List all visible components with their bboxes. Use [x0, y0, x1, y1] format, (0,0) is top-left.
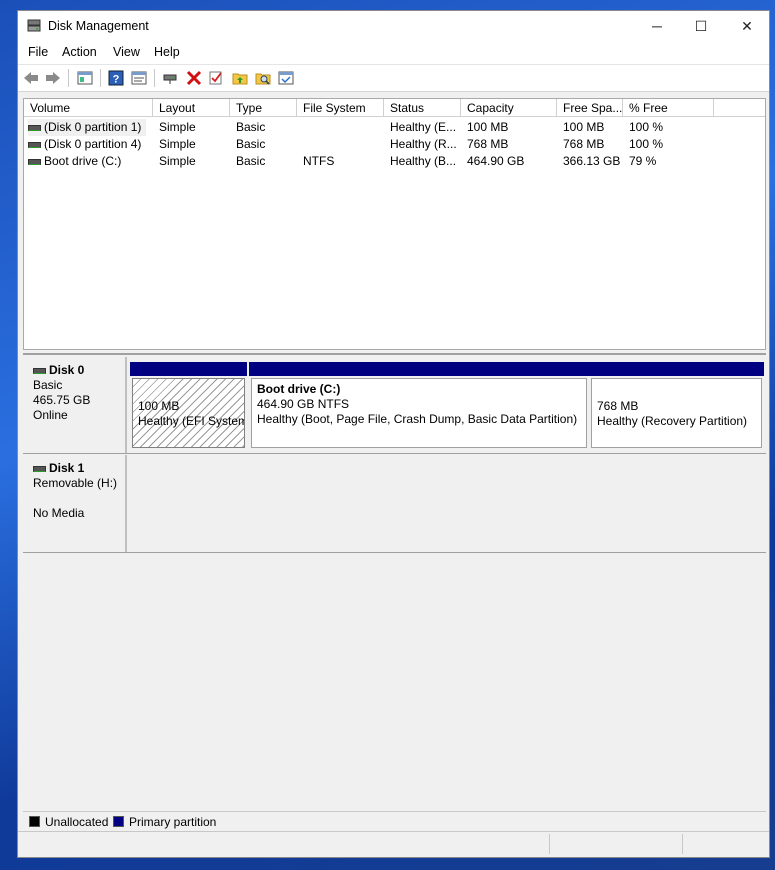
partition-status: Healthy (Recovery Partition) [597, 414, 748, 428]
toolbar: ? [18, 65, 769, 92]
volume-free-space: 100 MB [563, 120, 605, 134]
menu-help[interactable]: Help [154, 45, 180, 59]
connect-drive-icon[interactable] [163, 70, 179, 86]
primary-partition-bar [130, 362, 247, 376]
show-hide-console-tree-icon[interactable] [77, 70, 93, 86]
window-title: Disk Management [48, 19, 149, 33]
partition-status: Healthy (EFI System Partition) [138, 414, 245, 428]
volume-status: Healthy (E... [390, 120, 457, 134]
svg-text:?: ? [113, 74, 120, 86]
volume-percent-free: 100 % [629, 137, 664, 151]
check-icon[interactable] [208, 70, 224, 86]
properties-icon[interactable] [131, 70, 147, 86]
disk-management-icon [27, 19, 41, 32]
column-header-layout[interactable]: Layout [153, 99, 230, 117]
disk-size: 465.75 GB [33, 393, 91, 407]
volume-row[interactable]: (Disk 0 partition 1) Simple Basic Health… [24, 119, 765, 136]
volume-type: Basic [236, 154, 266, 168]
primary-partition-swatch [113, 816, 124, 827]
volume-type: Basic [236, 120, 266, 134]
volume-icon [28, 124, 41, 131]
volume-capacity: 768 MB [467, 137, 509, 151]
column-header-status[interactable]: Status [384, 99, 461, 117]
volume-type: Basic [236, 137, 266, 151]
partition-recovery[interactable]: 768 MB Healthy (Recovery Partition) [589, 362, 764, 450]
menu-view[interactable]: View [113, 45, 140, 59]
disk-name: Disk 0 [49, 363, 85, 377]
status-bar [18, 831, 769, 857]
back-icon[interactable] [23, 70, 39, 86]
disk-state: Online [33, 408, 68, 422]
title-bar[interactable]: Disk Management ─ ☐ ✕ [18, 11, 769, 42]
partition-boot-drive-c[interactable]: Boot drive (C:) 464.90 GB NTFS Healthy (… [249, 362, 589, 450]
volume-free-space: 366.13 GB [563, 154, 621, 168]
partition-efi[interactable]: 100 MB Healthy (EFI System Partition) [130, 362, 247, 450]
volume-row[interactable]: Boot drive (C:) Simple Basic NTFS Health… [24, 153, 765, 170]
help-icon[interactable]: ? [108, 70, 124, 86]
primary-partition-bar [249, 362, 589, 376]
volume-file-system: NTFS [303, 154, 335, 168]
volume-capacity: 100 MB [467, 120, 509, 134]
volume-percent-free: 100 % [629, 120, 664, 134]
disk-icon [33, 465, 46, 472]
partition-size: 100 MB [138, 399, 180, 413]
disk-size [33, 491, 125, 506]
volume-capacity: 464.90 GB [467, 154, 525, 168]
disk-0-row[interactable]: Disk 0 Basic 465.75 GB Online 100 MB Hea… [23, 357, 766, 454]
column-header-type[interactable]: Type [230, 99, 297, 117]
delete-icon[interactable] [186, 70, 202, 86]
volume-layout: Simple [159, 120, 196, 134]
volume-status: Healthy (R... [390, 137, 457, 151]
search-folder-icon[interactable] [255, 70, 271, 86]
column-header-percent-free[interactable]: % Free [623, 99, 714, 117]
menu-file[interactable]: File [28, 45, 48, 59]
disk-1-row[interactable]: Disk 1 Removable (H:) No Media [23, 455, 766, 553]
forward-icon[interactable] [45, 70, 61, 86]
volume-percent-free: 79 % [629, 154, 657, 168]
column-header-volume[interactable]: Volume [24, 99, 153, 117]
unallocated-swatch [29, 816, 40, 827]
partition-status: Healthy (Boot, Page File, Crash Dump, Ba… [257, 412, 578, 426]
disk-graphical-view: Disk 0 Basic 465.75 GB Online 100 MB Hea… [23, 353, 766, 815]
volume-layout: Simple [159, 154, 196, 168]
disk-name: Disk 1 [49, 461, 85, 475]
column-header-file-system[interactable]: File System [297, 99, 384, 117]
disk-management-window: Disk Management ─ ☐ ✕ File Action View H… [17, 10, 770, 858]
column-header-capacity[interactable]: Capacity [461, 99, 557, 117]
partition-size: 464.90 GB NTFS [257, 397, 350, 411]
column-header-free-space[interactable]: Free Spa... [557, 99, 623, 117]
volume-icon [28, 158, 41, 165]
disk-type: Removable (H:) [33, 476, 118, 490]
partition-title: Boot drive (C:) [257, 382, 341, 396]
disk-1-info[interactable]: Disk 1 Removable (H:) No Media [23, 455, 127, 552]
volume-list: Volume Layout Type File System Status Ca… [23, 98, 766, 350]
disk-state: No Media [33, 506, 85, 520]
legend-unallocated: Unallocated [45, 815, 109, 829]
up-folder-icon[interactable] [232, 70, 248, 86]
disk-0-info[interactable]: Disk 0 Basic 465.75 GB Online [23, 357, 127, 453]
menu-action[interactable]: Action [62, 45, 97, 59]
volume-name: (Disk 0 partition 1) [44, 120, 142, 134]
rescan-disks-icon[interactable] [278, 70, 294, 86]
volume-free-space: 768 MB [563, 137, 605, 151]
legend: Unallocated Primary partition [23, 811, 766, 832]
disk-type: Basic [33, 378, 63, 392]
volume-layout: Simple [159, 137, 196, 151]
partition-size: 768 MB [597, 399, 639, 413]
maximize-button[interactable]: ☐ [678, 11, 724, 42]
volume-status: Healthy (B... [390, 154, 457, 168]
volume-row[interactable]: (Disk 0 partition 4) Simple Basic Health… [24, 136, 765, 153]
close-button[interactable]: ✕ [724, 11, 770, 42]
volume-name: Boot drive (C:) [44, 154, 122, 168]
volume-icon [28, 141, 41, 148]
disk-icon [33, 367, 46, 374]
volume-name: (Disk 0 partition 4) [44, 137, 142, 151]
legend-primary-partition: Primary partition [129, 815, 217, 829]
primary-partition-bar [589, 362, 764, 376]
minimize-button[interactable]: ─ [634, 11, 680, 42]
menu-bar: File Action View Help [18, 42, 769, 65]
